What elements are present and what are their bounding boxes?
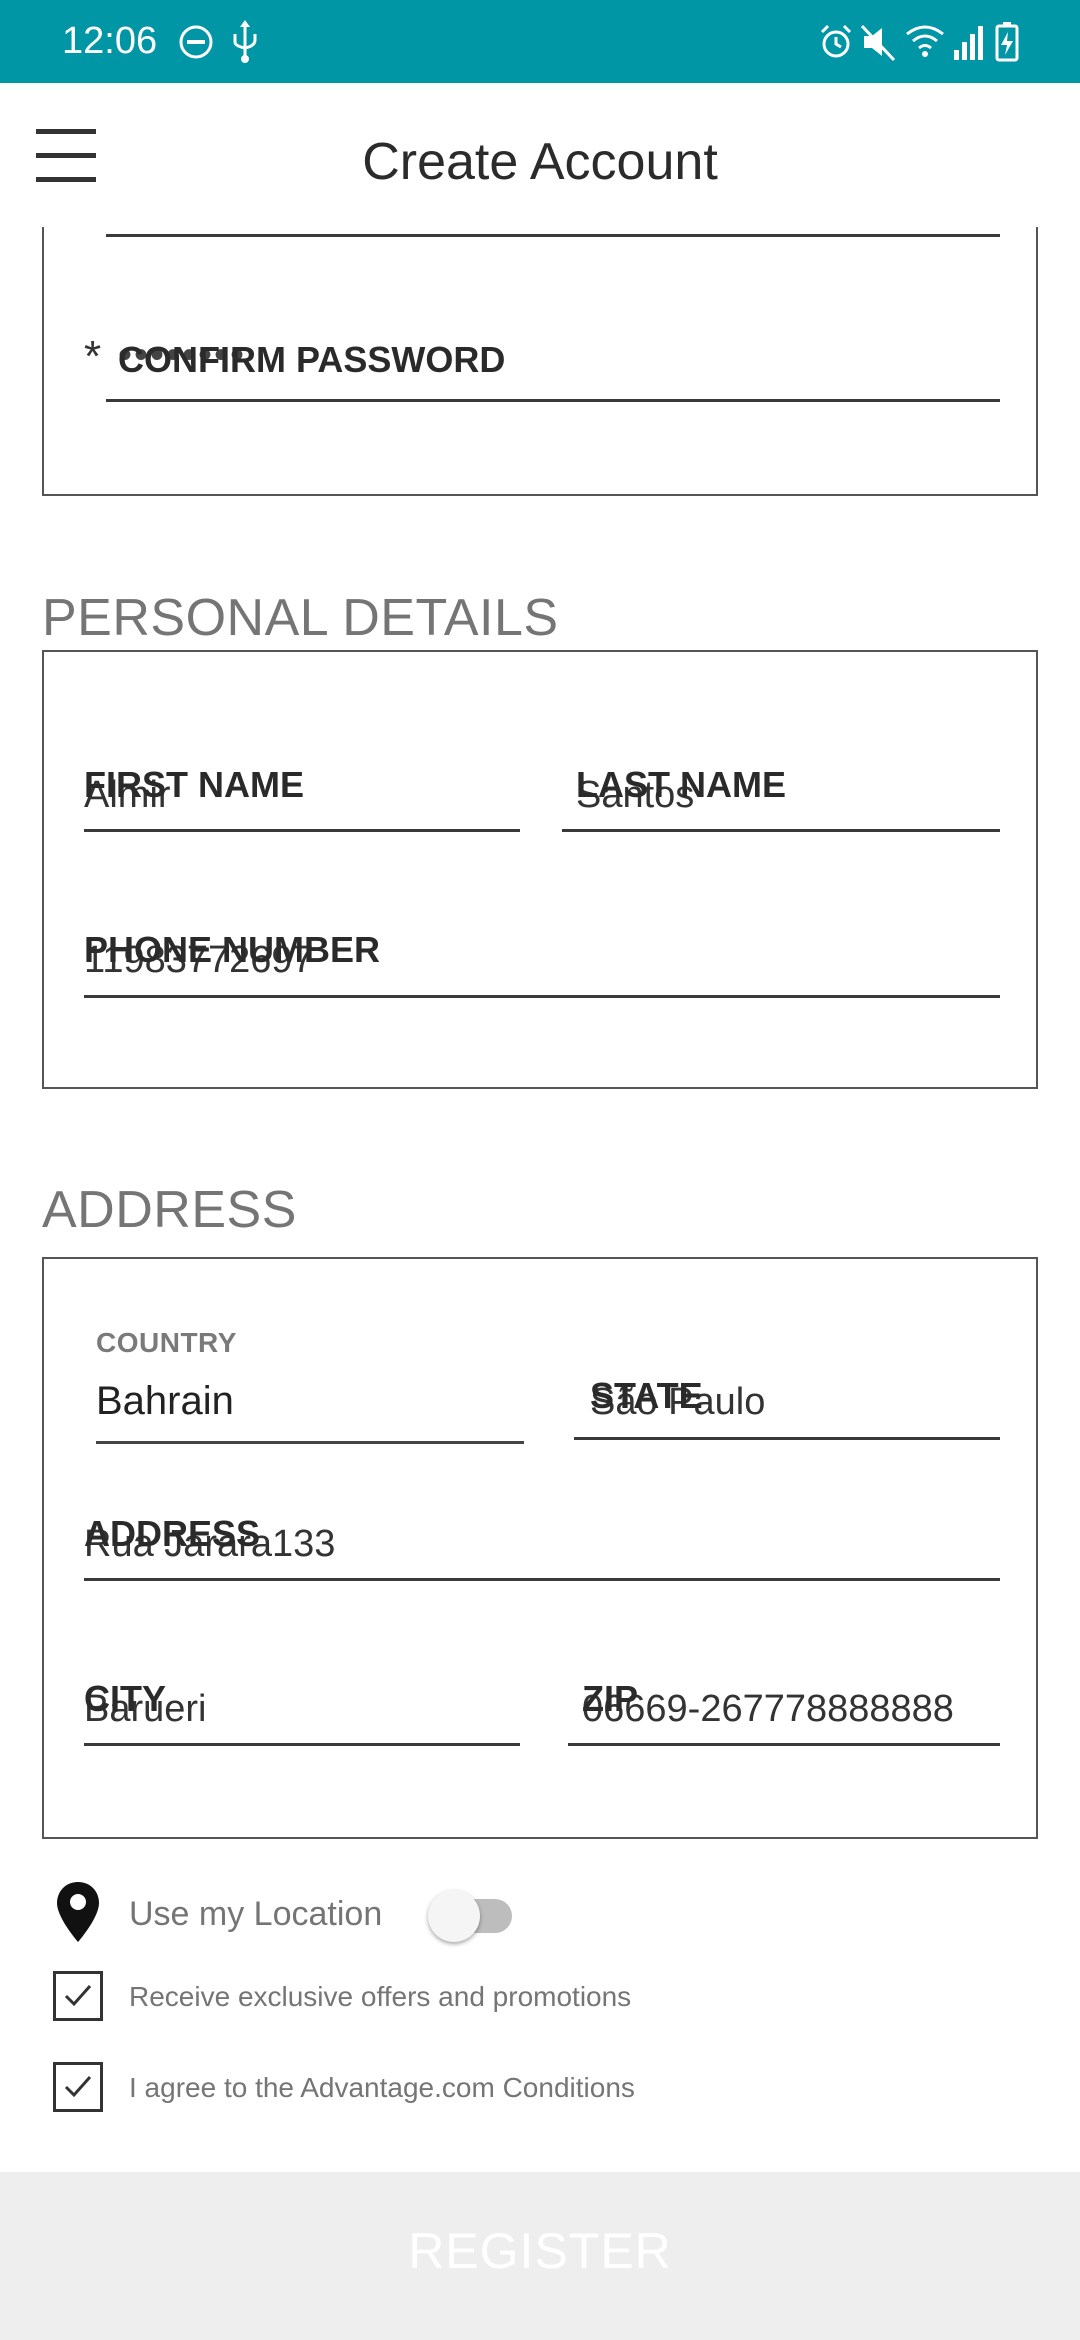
checkmark-icon bbox=[64, 2076, 92, 2098]
location-pin-icon bbox=[57, 1882, 99, 1942]
city-field[interactable]: Barueri CITY bbox=[84, 1654, 520, 1746]
required-asterisk: * bbox=[84, 332, 102, 381]
status-bar: 12:06 bbox=[0, 0, 1080, 83]
status-time: 12:06 bbox=[62, 20, 158, 62]
use-location-label: Use my Location bbox=[129, 1895, 383, 1933]
checkmark-icon bbox=[64, 1985, 92, 2007]
address-field[interactable]: Rua Jarara133 ADDRESS bbox=[84, 1489, 1000, 1581]
state-label: STATE bbox=[590, 1375, 703, 1416]
zip-field[interactable]: 06669-267778888888 ZIP bbox=[568, 1654, 1000, 1746]
app-bar: Create Account bbox=[0, 83, 1080, 227]
alarm-icon bbox=[820, 24, 852, 58]
last-name-label: LAST NAME bbox=[576, 764, 786, 805]
confirm-password-underline bbox=[106, 399, 1000, 402]
conditions-checkbox[interactable] bbox=[53, 2062, 103, 2112]
use-location-toggle[interactable] bbox=[428, 1890, 512, 1942]
password-field-underline bbox=[106, 234, 1000, 237]
address-underline bbox=[84, 1578, 1000, 1581]
state-field[interactable]: São Paulo STATE bbox=[574, 1369, 1000, 1440]
personal-details-panel: Almir FIRST NAME Santos LAST NAME 119837… bbox=[42, 650, 1038, 1089]
phone-number-field[interactable]: 11983772697 PHONE NUMBER bbox=[84, 907, 1000, 998]
city-underline bbox=[84, 1743, 520, 1746]
city-label: CITY bbox=[84, 1678, 167, 1719]
country-value: Bahrain bbox=[96, 1379, 234, 1423]
phone-number-label: PHONE NUMBER bbox=[84, 929, 381, 970]
last-name-field[interactable]: Santos LAST NAME bbox=[562, 742, 1000, 832]
address-panel: COUNTRY Bahrain São Paulo STATE Rua Jara… bbox=[42, 1257, 1038, 1839]
confirm-password-label: CONFIRM PASSWORD bbox=[118, 339, 506, 380]
state-underline bbox=[574, 1437, 1000, 1440]
wifi-icon bbox=[906, 25, 944, 57]
offers-label: Receive exclusive offers and promotions bbox=[129, 1981, 632, 2012]
country-select[interactable]: Bahrain bbox=[96, 1369, 524, 1444]
address-heading: ADDRESS bbox=[42, 1181, 297, 1239]
register-button[interactable]: REGISTER bbox=[0, 2172, 1080, 2340]
use-location-toggle-thumb bbox=[428, 1890, 480, 1942]
mute-icon bbox=[860, 24, 896, 62]
register-button-label: REGISTER bbox=[408, 2223, 672, 2279]
signal-icon bbox=[954, 26, 983, 60]
account-details-panel: •••••••• CONFIRM PASSWORD * bbox=[42, 227, 1038, 496]
country-label: COUNTRY bbox=[96, 1327, 237, 1358]
page-title: Create Account bbox=[362, 133, 718, 191]
first-name-label: FIRST NAME bbox=[84, 764, 304, 805]
last-name-underline bbox=[562, 829, 1000, 832]
first-name-underline bbox=[84, 829, 520, 832]
address-label: ADDRESS bbox=[84, 1513, 261, 1554]
phone-number-underline bbox=[84, 995, 1000, 998]
conditions-label: I agree to the Advantage.com Conditions bbox=[129, 2072, 635, 2103]
zip-underline bbox=[568, 1743, 1000, 1746]
do-not-disturb-icon bbox=[179, 25, 213, 59]
usb-icon bbox=[233, 20, 257, 63]
country-underline bbox=[96, 1441, 524, 1444]
offers-checkbox[interactable] bbox=[53, 1971, 103, 2021]
zip-label: ZIP bbox=[582, 1678, 639, 1719]
battery-charging-icon bbox=[995, 22, 1019, 62]
personal-details-heading: PERSONAL DETAILS bbox=[42, 589, 559, 647]
first-name-field[interactable]: Almir FIRST NAME bbox=[84, 742, 520, 832]
confirm-password-field[interactable]: •••••••• CONFIRM PASSWORD bbox=[106, 327, 1000, 402]
